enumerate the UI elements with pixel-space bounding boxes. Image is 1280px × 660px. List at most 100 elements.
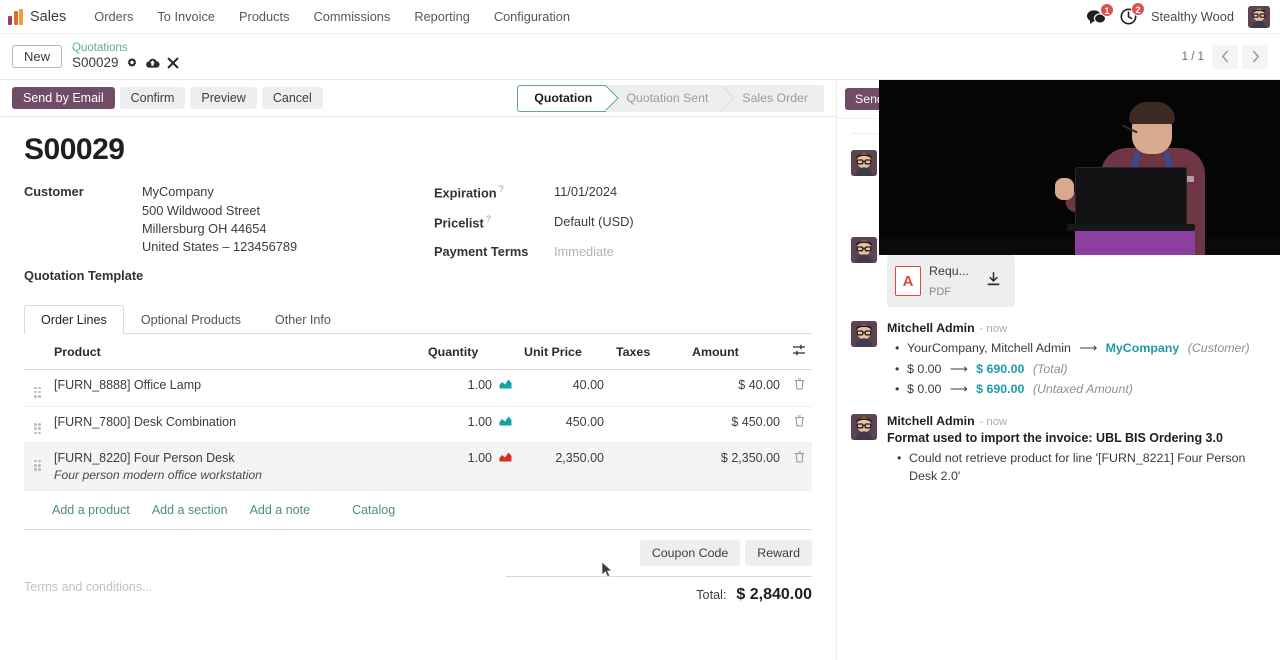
row-quantity-value[interactable]: 1.00 (468, 451, 492, 465)
tracking-old-value: YourCompany, Mitchell Admin (907, 341, 1071, 355)
row-taxes[interactable] (610, 406, 686, 443)
nav-item-reporting[interactable]: Reporting (402, 4, 482, 29)
pager-previous-button[interactable] (1212, 45, 1238, 69)
table-row[interactable]: [FURN_8888] Office Lamp 1.00 (24, 370, 812, 407)
trash-icon[interactable] (794, 379, 805, 393)
row-delete-cell[interactable] (786, 370, 812, 407)
customer-name[interactable]: MyCompany (142, 183, 297, 202)
coupon-code-button[interactable]: Coupon Code (640, 540, 740, 566)
message-author[interactable]: Mitchell Admin (887, 321, 975, 335)
row-quantity-value[interactable]: 1.00 (468, 378, 492, 392)
expiration-value[interactable]: 11/01/2024 (554, 183, 617, 202)
add-a-section-link[interactable]: Add a section (152, 503, 228, 517)
header-handle (24, 334, 48, 370)
table-row[interactable]: [FURN_8220] Four Person Desk Four person… (24, 443, 812, 491)
row-unit-price[interactable]: 450.00 (518, 406, 610, 443)
terms-and-conditions-placeholder[interactable]: Terms and conditions... (24, 580, 153, 594)
preview-button[interactable]: Preview (190, 87, 256, 109)
confirm-button[interactable]: Confirm (120, 87, 186, 109)
discard-x-icon[interactable] (167, 57, 179, 69)
stage-sales-order[interactable]: Sales Order (722, 85, 824, 112)
row-product-cell[interactable]: [FURN_8888] Office Lamp (48, 370, 422, 407)
gear-icon[interactable] (126, 57, 138, 69)
row-drag-handle[interactable] (24, 443, 48, 491)
customer-value-block[interactable]: MyCompany 500 Wildwood Street Millersbur… (142, 183, 297, 256)
order-lines-table: Product Quantity Unit Price Taxes Amount (24, 334, 812, 491)
row-drag-handle[interactable] (24, 406, 48, 443)
main-body: Send by Email Confirm Preview Cancel Quo… (0, 80, 1280, 660)
presentation-video-overlay[interactable] (879, 80, 1280, 255)
table-row[interactable]: [FURN_7800] Desk Combination 1.00 (24, 406, 812, 443)
nav-item-products[interactable]: Products (227, 4, 302, 29)
row-product-name[interactable]: [FURN_8888] Office Lamp (54, 378, 416, 392)
row-quantity-value[interactable]: 1.00 (468, 415, 492, 429)
tracking-field-name: (Total) (1033, 362, 1068, 376)
row-quantity-cell[interactable]: 1.00 (422, 370, 518, 407)
row-product-cell[interactable]: [FURN_7800] Desk Combination (48, 406, 422, 443)
user-menu-label[interactable]: Stealthy Wood (1151, 9, 1234, 24)
user-avatar[interactable] (1248, 6, 1270, 28)
row-delete-cell[interactable] (786, 406, 812, 443)
message-author[interactable]: Mitchell Admin (887, 414, 975, 428)
arrow-right-icon: ⟶ (950, 362, 968, 376)
messages-icon[interactable]: 1 (1087, 9, 1106, 25)
drag-handle-icon[interactable] (34, 423, 41, 434)
nav-item-configuration[interactable]: Configuration (482, 4, 582, 29)
pager-next-button[interactable] (1242, 45, 1268, 69)
row-taxes[interactable] (610, 370, 686, 407)
row-unit-price[interactable]: 40.00 (518, 370, 610, 407)
stage-quotation-sent[interactable]: Quotation Sent (606, 85, 722, 112)
trash-icon[interactable] (794, 416, 805, 430)
row-product-name[interactable]: [FURN_8220] Four Person Desk (54, 451, 416, 465)
expiration-help-icon[interactable]: ? (499, 184, 504, 194)
pricelist-help-icon[interactable]: ? (486, 214, 491, 224)
header-optional-columns[interactable] (786, 334, 812, 370)
payment-terms-value[interactable]: Immediate (554, 243, 614, 262)
tab-order-lines[interactable]: Order Lines (24, 305, 124, 334)
row-product-name[interactable]: [FURN_7800] Desk Combination (54, 415, 416, 429)
reward-button[interactable]: Reward (745, 540, 812, 566)
row-delete-cell[interactable] (786, 443, 812, 491)
nav-item-commissions[interactable]: Commissions (302, 4, 403, 29)
row-drag-handle[interactable] (24, 370, 48, 407)
catalog-link[interactable]: Catalog (352, 503, 395, 517)
customer-address-line-1: 500 Wildwood Street (142, 202, 297, 220)
row-quantity-cell[interactable]: 1.00 (422, 406, 518, 443)
header-amount: Amount (686, 334, 786, 370)
app-brand[interactable]: Sales (8, 9, 66, 25)
stage-quotation[interactable]: Quotation (517, 85, 606, 112)
row-taxes[interactable] (610, 443, 686, 491)
nav-item-to-invoice[interactable]: To Invoice (145, 4, 227, 29)
terms-area[interactable]: Terms and conditions... (0, 540, 506, 604)
add-a-product-link[interactable]: Add a product (52, 503, 130, 517)
tracking-row: $ 0.00 ⟶ $ 690.00 (Untaxed Amount) (907, 379, 1266, 399)
forecast-unavailable-icon[interactable] (499, 451, 512, 465)
drag-handle-icon[interactable] (34, 387, 41, 398)
tracking-new-value: MyCompany (1106, 341, 1180, 355)
attachment-card[interactable]: A Requ... PDF (887, 255, 1015, 307)
forecast-available-icon[interactable] (499, 415, 512, 429)
breadcrumb-parent-quotations[interactable]: Quotations (72, 42, 179, 55)
trash-icon[interactable] (794, 452, 805, 466)
row-quantity-cell[interactable]: 1.00 (422, 443, 518, 491)
column-settings-icon[interactable] (792, 345, 806, 359)
tab-other-info[interactable]: Other Info (258, 305, 348, 334)
cancel-button[interactable]: Cancel (262, 87, 323, 109)
breadcrumb: Quotations S00029 (72, 42, 179, 71)
cloud-save-icon[interactable] (145, 57, 160, 69)
row-unit-price[interactable]: 2,350.00 (518, 443, 610, 491)
total-label: Total: (696, 588, 726, 602)
nav-item-orders[interactable]: Orders (82, 4, 145, 29)
send-by-email-button[interactable]: Send by Email (12, 87, 115, 109)
tab-optional-products[interactable]: Optional Products (124, 305, 258, 334)
new-record-button[interactable]: New (12, 45, 62, 68)
forecast-available-icon[interactable] (499, 378, 512, 392)
row-product-cell[interactable]: [FURN_8220] Four Person Desk Four person… (48, 443, 422, 491)
drag-handle-icon[interactable] (34, 460, 41, 471)
row-product-description[interactable]: Four person modern office workstation (54, 468, 416, 482)
header-unit-price: Unit Price (518, 334, 610, 370)
download-icon[interactable] (987, 272, 1000, 291)
activities-clock-icon[interactable]: 2 (1120, 8, 1137, 25)
pricelist-value[interactable]: Default (USD) (554, 213, 634, 232)
add-a-note-link[interactable]: Add a note (250, 503, 310, 517)
